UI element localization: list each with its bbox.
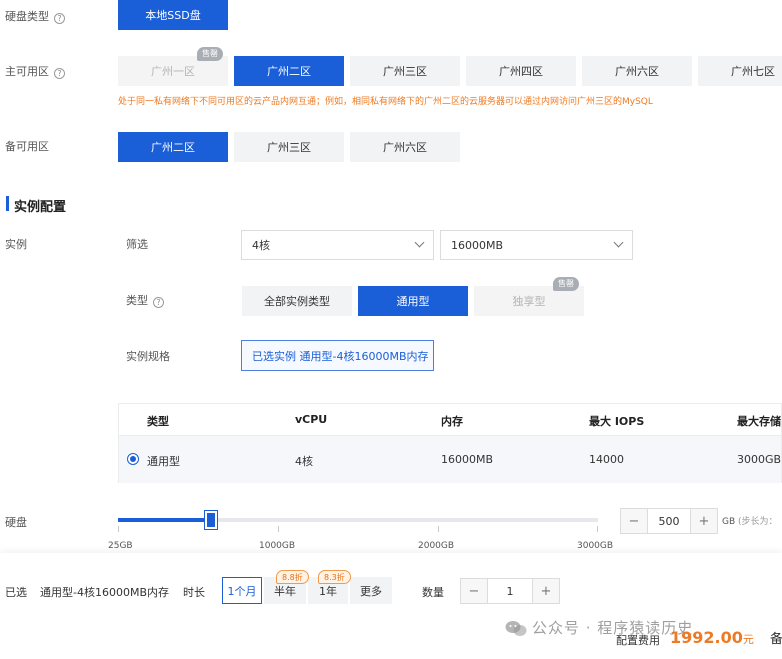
- backup-zone-option-gz3[interactable]: 广州三区: [234, 132, 344, 162]
- selected-label: 已选: [5, 586, 27, 599]
- table-header-cell: 最大 IOPS: [589, 415, 645, 428]
- table-cell: 3000GB: [737, 453, 782, 466]
- backup-zone-option-gz2[interactable]: 广州二区: [118, 132, 228, 162]
- table-header-cell: 最大存储: [737, 415, 781, 428]
- disk-size-slider[interactable]: [118, 511, 598, 532]
- slider-tick-label: 1000GB: [259, 541, 296, 551]
- increment-button[interactable]: +: [691, 509, 717, 533]
- slider-tick: [438, 526, 439, 532]
- table-header: 类型 vCPU 内存 最大 IOPS 最大存储: [119, 404, 781, 436]
- slider-handle[interactable]: [205, 511, 217, 529]
- backup-zone-option-gz6[interactable]: 广州六区: [350, 132, 460, 162]
- spec-label: 实例规格: [126, 350, 170, 363]
- sold-out-badge: 售罄: [197, 47, 223, 61]
- help-icon[interactable]: ?: [153, 297, 164, 308]
- primary-zone-label: 主可用区?: [5, 63, 65, 79]
- duration-1-month[interactable]: 1个月: [222, 577, 262, 604]
- chevron-down-icon: [414, 237, 425, 248]
- slider-fill: [118, 518, 211, 522]
- slider-tick: [118, 526, 119, 532]
- decrement-button[interactable]: −: [621, 509, 647, 533]
- table-cell: 14000: [589, 453, 624, 466]
- disk-size-label: 硬盘: [5, 516, 27, 529]
- footer-bar: [0, 553, 782, 659]
- radio-selected-icon[interactable]: [127, 453, 139, 465]
- zone-option-gz3[interactable]: 广州三区: [350, 56, 460, 86]
- instance-type-label: 类型?: [126, 292, 164, 308]
- slider-tick-label: 3000GB: [577, 541, 614, 551]
- discount-badge: 8.3折: [318, 570, 351, 584]
- sold-out-badge: 售罄: [553, 277, 579, 291]
- zone-option-gz2[interactable]: 广州二区: [234, 56, 344, 86]
- disk-size-input[interactable]: 500: [647, 509, 691, 533]
- memory-select[interactable]: 16000MB: [440, 230, 633, 260]
- type-all-button[interactable]: 全部实例类型: [242, 286, 352, 316]
- zone-option-gz6[interactable]: 广州六区: [582, 56, 692, 86]
- duration-label: 时长: [183, 586, 205, 599]
- table-cell: 4核: [295, 455, 313, 468]
- slider-tick-label: 2000GB: [418, 541, 455, 551]
- slider-tick: [278, 526, 279, 532]
- discount-badge: 8.8折: [276, 570, 309, 584]
- table-header-cell: 类型: [147, 415, 169, 428]
- table-header-cell: 内存: [441, 415, 463, 428]
- quantity-stepper[interactable]: − 1 +: [460, 578, 560, 604]
- disk-size-stepper[interactable]: − 500 +: [620, 508, 718, 534]
- table-header-cell: vCPU: [295, 413, 328, 426]
- disk-unit: GB (步长为：: [722, 517, 778, 527]
- filter-label: 筛选: [126, 238, 148, 251]
- quantity-input[interactable]: 1: [487, 579, 533, 603]
- slider-tick: [597, 526, 598, 532]
- section-accent-bar: [6, 196, 9, 211]
- zone-option-gz7[interactable]: 广州七区: [698, 56, 782, 86]
- chevron-down-icon: [613, 237, 624, 248]
- total-price: 1992.00元: [670, 628, 754, 647]
- slider-tick-label: 25GB: [108, 541, 133, 551]
- disk-type-label: 硬盘类型?: [5, 8, 65, 24]
- zone-option-gz1: 广州一区 售罄: [118, 47, 228, 86]
- disk-type-local-ssd-button[interactable]: 本地SSD盘: [118, 0, 228, 30]
- backup-cut-label: 备: [770, 632, 782, 647]
- wechat-icon: [505, 621, 527, 636]
- quantity-label: 数量: [422, 586, 444, 599]
- help-icon[interactable]: ?: [54, 13, 65, 24]
- selected-value: 通用型-4核16000MB内存: [40, 586, 169, 599]
- help-icon[interactable]: ?: [54, 68, 65, 79]
- spec-table: 类型 vCPU 内存 最大 IOPS 最大存储 通用型 4核 16000MB 1…: [118, 403, 782, 483]
- decrement-button[interactable]: −: [461, 579, 487, 603]
- selected-spec-box: 已选实例 通用型-4核16000MB内存: [241, 340, 434, 371]
- type-general-button[interactable]: 通用型: [358, 286, 468, 316]
- table-cell: 通用型: [147, 455, 180, 468]
- type-dedicated-button: 独享型 售罄: [474, 277, 584, 316]
- zone-tip: 处于同一私有网络下不同可用区的云产品内网互通；例如，相同私有网络下的广州二区的云…: [118, 97, 653, 107]
- backup-zone-label: 备可用区: [5, 140, 49, 153]
- table-row[interactable]: 通用型 4核 16000MB 14000 3000GB: [119, 436, 781, 483]
- fee-label: 配置费用: [616, 634, 660, 647]
- cpu-select[interactable]: 4核: [241, 230, 434, 260]
- zone-option-gz4[interactable]: 广州四区: [466, 56, 576, 86]
- increment-button[interactable]: +: [533, 579, 559, 603]
- instance-label: 实例: [5, 238, 27, 251]
- duration-more[interactable]: 更多: [350, 577, 392, 604]
- section-title-instance: 实例配置: [14, 200, 67, 215]
- table-cell: 16000MB: [441, 453, 494, 466]
